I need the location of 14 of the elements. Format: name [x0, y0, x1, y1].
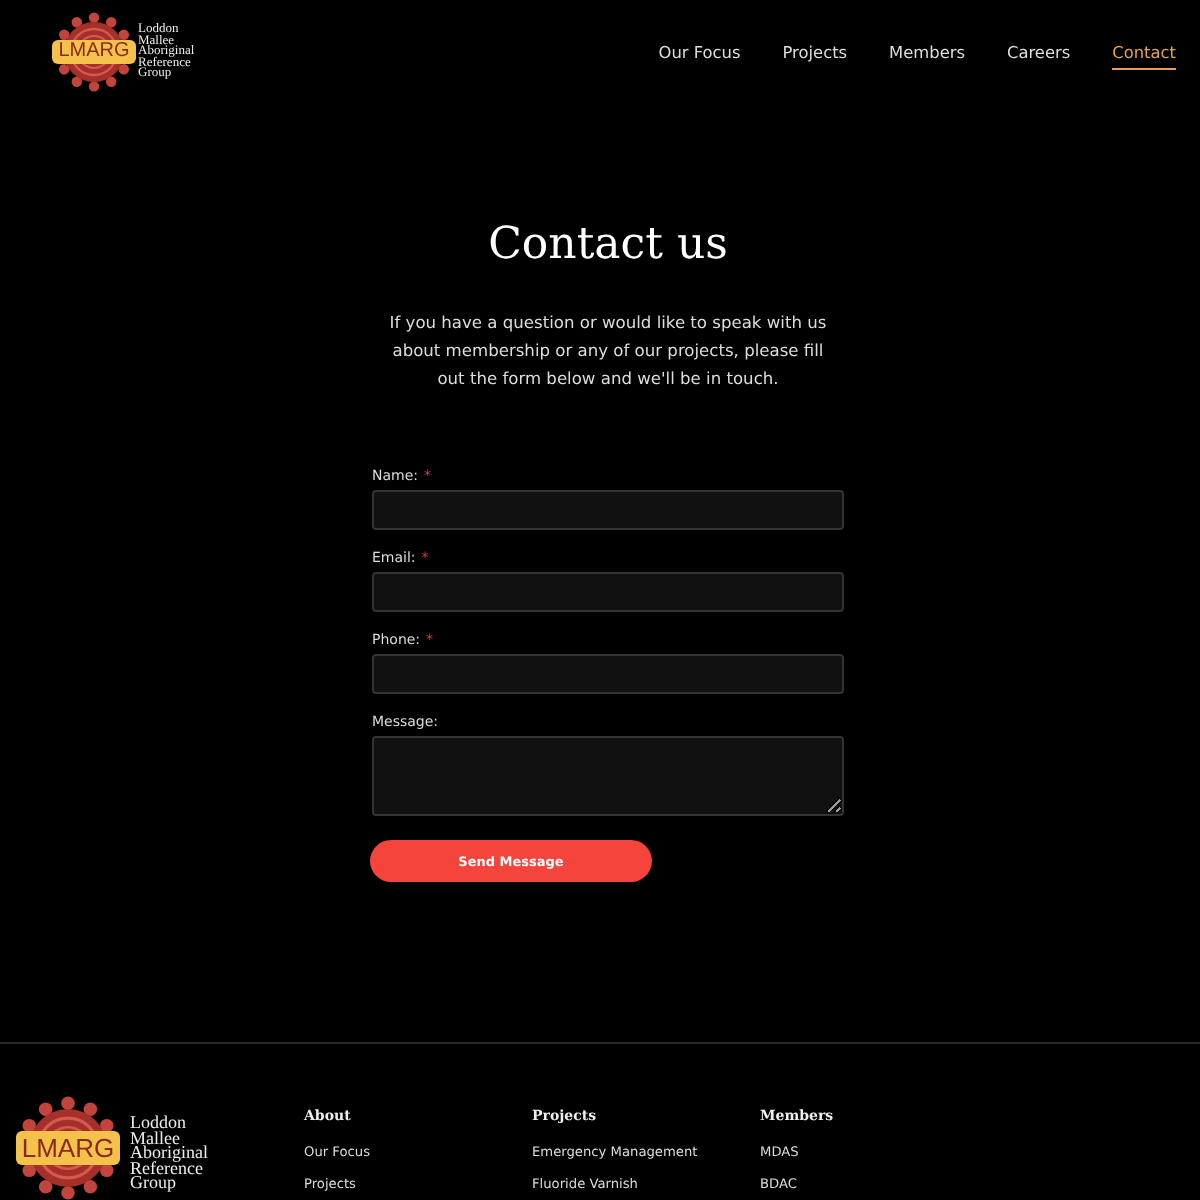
nav-link[interactable]: Careers [1007, 35, 1071, 69]
nav-link[interactable]: Members [889, 35, 965, 69]
text-field[interactable] [372, 490, 844, 530]
text-field[interactable] [372, 572, 844, 612]
text-field[interactable] [372, 654, 844, 694]
organisation-name[interactable]: Loddon Mallee Aboriginal Reference Group [130, 1104, 208, 1192]
nav-link[interactable]: Contact [1112, 35, 1176, 69]
intro-text: If you have a question or would like to speak with us about membership or any of our projects, please fill out the form below and we'll be in touch. [387, 310, 829, 392]
logo-mark: LMARG [16, 1131, 120, 1165]
page-title: Contact us [488, 218, 728, 274]
nav-link[interactable]: Our Focus [658, 35, 741, 69]
logo-mark: LMARG [52, 40, 136, 64]
message-field[interactable] [372, 736, 844, 816]
nav-link[interactable]: Projects [782, 35, 848, 69]
